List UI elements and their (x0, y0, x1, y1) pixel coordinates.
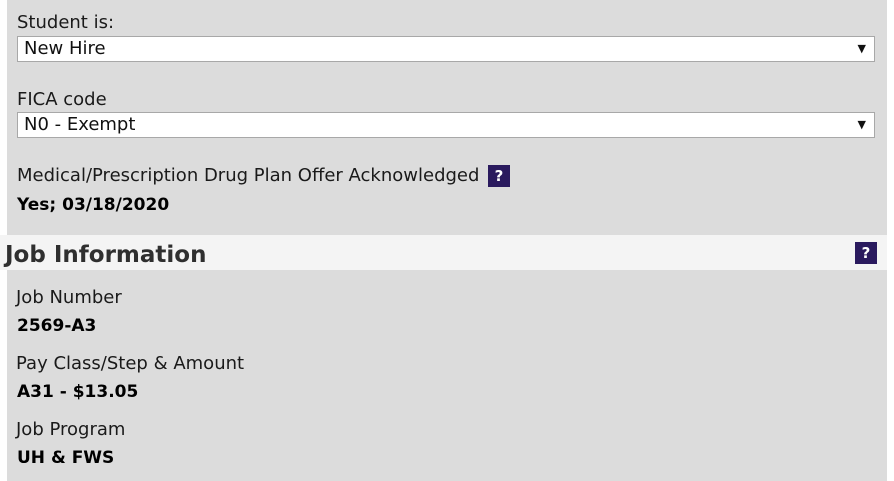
student-status-selected: New Hire (24, 38, 106, 59)
fica-code-selected: N0 - Exempt (24, 114, 136, 135)
help-icon[interactable]: ? (488, 165, 510, 187)
pay-class-value: A31 - $13.05 (17, 382, 139, 402)
job-program-value: UH & FWS (17, 448, 115, 468)
medical-plan-label: Medical/Prescription Drug Plan Offer Ack… (17, 165, 480, 186)
job-information-header: Job Information ? (0, 235, 887, 270)
employment-form: Student is: New Hire ▼ FICA code N0 - Ex… (0, 0, 894, 481)
medical-plan-value: Yes; 03/18/2020 (17, 195, 170, 215)
student-status-label: Student is: (17, 12, 115, 33)
job-number-value: 2569-A3 (17, 316, 97, 336)
fica-code-select[interactable]: N0 - Exempt ▼ (17, 112, 875, 138)
chevron-down-icon: ▼ (857, 118, 866, 131)
pay-class-label: Pay Class/Step & Amount (16, 353, 245, 374)
job-information-panel (7, 270, 887, 481)
chevron-down-icon: ▼ (857, 42, 866, 55)
fica-code-label: FICA code (17, 89, 107, 110)
job-number-label: Job Number (16, 287, 122, 308)
section-title: Job Information (5, 242, 207, 268)
student-status-select[interactable]: New Hire ▼ (17, 36, 875, 62)
help-icon[interactable]: ? (855, 242, 877, 264)
job-program-label: Job Program (16, 419, 126, 440)
